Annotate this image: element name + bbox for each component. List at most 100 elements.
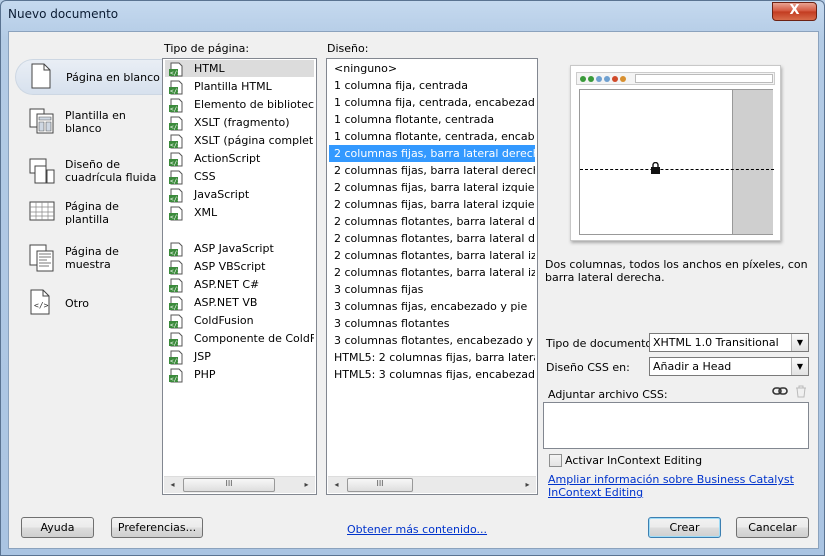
- new-document-dialog: Nuevo documento X Página en blanco Plant…: [0, 0, 825, 556]
- scroll-thumb[interactable]: III: [183, 478, 275, 492]
- svg-text:</>: </>: [170, 376, 181, 383]
- page-type-item[interactable]: </> CSS: [165, 168, 314, 185]
- layout-item[interactable]: 2 columnas fijas, barra lateral derecha: [329, 145, 535, 162]
- page-type-item[interactable]: </> XSLT (página completa): [165, 132, 314, 149]
- svg-text:</>: </>: [170, 70, 181, 77]
- page-type-item[interactable]: </> XSLT (fragmento): [165, 114, 314, 131]
- css-layout-select[interactable]: Añadir a Head ▼: [649, 357, 809, 376]
- layout-item[interactable]: 1 columna flotante, centrada: [329, 111, 535, 128]
- svg-text:</>: </>: [170, 142, 181, 149]
- layout-item[interactable]: 2 columnas flotantes, barra lateral izqu…: [329, 247, 535, 264]
- page-type-label: JSP: [194, 350, 211, 363]
- incontext-info-link-line2[interactable]: InContext Editing: [548, 486, 643, 499]
- page-type-item[interactable]: </> XML: [165, 204, 314, 221]
- file-type-icon: </>: [169, 62, 184, 77]
- layout-item[interactable]: 2 columnas flotantes, barra lateral dere…: [329, 230, 535, 247]
- page-type-label: ASP.NET VB: [194, 296, 258, 309]
- file-type-icon: </>: [169, 152, 184, 167]
- category-sample-page[interactable]: Página de muestra: [15, 240, 165, 276]
- category-blank-template[interactable]: Plantilla en blanco: [15, 104, 165, 140]
- page-type-label: Plantilla HTML: [194, 80, 272, 93]
- page-type-item[interactable]: </> JSP: [165, 348, 314, 365]
- page-type-hscroll[interactable]: ◂ III ▸: [164, 476, 315, 493]
- page-type-item[interactable]: </> ActionScript: [165, 150, 314, 167]
- layout-hscroll[interactable]: ◂ III ▸: [328, 476, 536, 493]
- layout-item[interactable]: 2 columnas flotantes, barra lateral izqu…: [329, 264, 535, 281]
- attach-css-label: Adjuntar archivo CSS:: [548, 388, 668, 401]
- page-type-item[interactable]: </> Componente de ColdFusion: [165, 330, 314, 347]
- page-type-label: ASP VBScript: [194, 260, 266, 273]
- page-type-item[interactable]: </> Plantilla HTML: [165, 78, 314, 95]
- layout-item[interactable]: 1 columna fija, centrada: [329, 77, 535, 94]
- category-other[interactable]: </> Otro: [15, 285, 165, 321]
- dialog-body: Página en blanco Plantilla en blanco Dis…: [8, 31, 819, 549]
- get-more-content-link[interactable]: Obtener más contenido...: [347, 523, 487, 536]
- page-type-item[interactable]: </> HTML: [165, 60, 314, 77]
- page-type-item[interactable]: </> JavaScript: [165, 186, 314, 203]
- page-type-list[interactable]: </> HTML </> Plantilla HTML </> Elemento de b…: [162, 58, 317, 495]
- category-blank-page[interactable]: Página en blanco: [15, 59, 165, 95]
- preferences-button[interactable]: Preferencias...: [111, 517, 203, 538]
- layout-item[interactable]: 1 columna fija, centrada, encabezado y p…: [329, 94, 535, 111]
- page-type-item[interactable]: </> PHP: [165, 366, 314, 383]
- css-layout-value: Añadir a Head: [653, 360, 732, 373]
- file-type-icon: </>: [169, 278, 184, 293]
- preview-height-line: [580, 169, 774, 170]
- page-type-label: HTML: [194, 62, 225, 75]
- incontext-info-link[interactable]: Ampliar información sobre Business Catal…: [548, 473, 794, 486]
- page-type-item[interactable]: </> ColdFusion: [165, 312, 314, 329]
- scroll-right-arrow[interactable]: ▸: [519, 477, 536, 493]
- file-type-icon: </>: [169, 314, 184, 329]
- scroll-left-arrow[interactable]: ◂: [328, 477, 345, 493]
- preview-page: [579, 89, 774, 235]
- file-type-icon: </>: [169, 98, 184, 113]
- blank-template-icon: [29, 108, 55, 136]
- layout-item[interactable]: 3 columnas fijas, encabezado y pie: [329, 298, 535, 315]
- attached-css-list[interactable]: [543, 402, 809, 449]
- layout-item[interactable]: 3 columnas flotantes, encabezado y pie: [329, 332, 535, 349]
- layout-item[interactable]: 2 columnas fijas, barra lateral derecha,…: [329, 162, 535, 179]
- layout-description: Dos columnas, todos los anchos en píxele…: [545, 258, 808, 284]
- svg-text:</>: </>: [170, 178, 181, 185]
- layout-item[interactable]: 1 columna flotante, centrada, encabezado…: [329, 128, 535, 145]
- incontext-checkbox[interactable]: [549, 454, 562, 467]
- layout-item[interactable]: <ninguno>: [329, 60, 535, 77]
- create-button[interactable]: Crear: [648, 517, 721, 538]
- cancel-button[interactable]: Cancelar: [736, 517, 809, 538]
- category-label: Página de plantilla: [65, 200, 119, 226]
- layout-item[interactable]: 3 columnas fijas: [329, 281, 535, 298]
- layout-item[interactable]: HTML5: 2 columnas fijas, barra lateral d…: [329, 349, 535, 366]
- page-type-item[interactable]: </> ASP.NET VB: [165, 294, 314, 311]
- layout-item[interactable]: 2 columnas fijas, barra lateral izquierd…: [329, 196, 535, 213]
- close-button[interactable]: X: [772, 2, 817, 21]
- page-type-item[interactable]: </> ASP.NET C#: [165, 276, 314, 293]
- layout-item[interactable]: 2 columnas fijas, barra lateral izquierd…: [329, 179, 535, 196]
- page-type-label: XML: [194, 206, 218, 219]
- page-type-item[interactable]: </> ASP JavaScript: [165, 240, 314, 257]
- svg-text:</>: </>: [170, 268, 181, 275]
- page-type-label: XSLT (fragmento): [194, 116, 290, 129]
- trash-icon[interactable]: [795, 385, 807, 398]
- svg-text:</>: </>: [170, 322, 181, 329]
- layout-item[interactable]: 2 columnas flotantes, barra lateral dere…: [329, 213, 535, 230]
- category-template-page[interactable]: Página de plantilla: [15, 195, 165, 231]
- file-type-icon: </>: [169, 260, 184, 275]
- blank-page-icon: [30, 63, 56, 91]
- layout-list[interactable]: <ninguno> 1 columna fija, centrada 1 colum…: [326, 58, 538, 495]
- svg-text:</>: </>: [170, 304, 181, 311]
- scroll-right-arrow[interactable]: ▸: [298, 477, 315, 493]
- layout-item[interactable]: HTML5: 3 columnas fijas, encabezado y pi…: [329, 366, 535, 383]
- scroll-thumb[interactable]: III: [347, 478, 413, 492]
- category-label-line2: cuadrícula fluida: [65, 171, 157, 184]
- css-layout-label: Diseño CSS en:: [546, 361, 630, 374]
- help-button[interactable]: Ayuda: [21, 517, 94, 538]
- layout-item[interactable]: 3 columnas flotantes: [329, 315, 535, 332]
- category-fluid-grid[interactable]: Diseño de cuadrícula fluida: [15, 150, 165, 192]
- category-label: Página de muestra: [65, 245, 119, 271]
- doc-type-select[interactable]: XHTML 1.0 Transitional ▼: [649, 333, 809, 352]
- page-type-item[interactable]: </> ASP VBScript: [165, 258, 314, 275]
- link-chain-icon[interactable]: [772, 386, 788, 396]
- page-type-item[interactable]: </> Elemento de biblioteca: [165, 96, 314, 113]
- scroll-left-arrow[interactable]: ◂: [164, 477, 181, 493]
- preview-address-bar: [635, 74, 773, 83]
